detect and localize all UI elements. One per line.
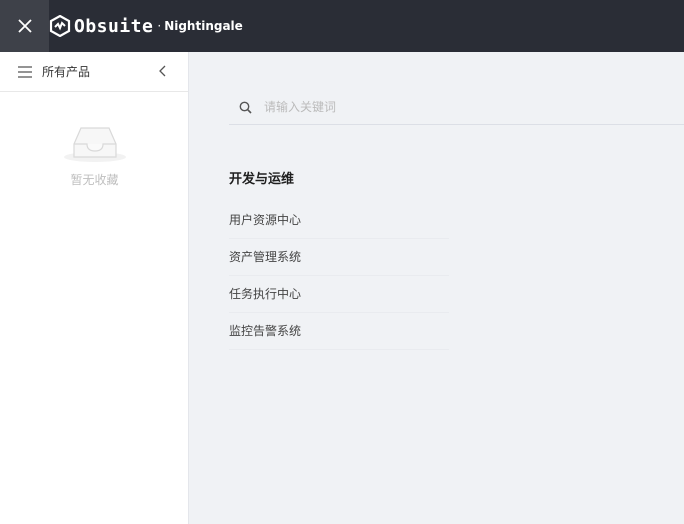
- close-button[interactable]: [0, 0, 49, 52]
- sidebar-title: 所有产品: [42, 65, 91, 79]
- search-bar: [229, 90, 684, 125]
- main-content: 开发与运维 用户资源中心 资产管理系统 任务执行中心 监控告警系统: [190, 52, 684, 524]
- empty-state: 暂无收藏: [0, 122, 189, 188]
- logo-icon: [49, 15, 71, 37]
- brand: Obsuite · Nightingale: [49, 0, 243, 52]
- section-title: 开发与运维: [229, 172, 295, 187]
- brand-name: Obsuite: [74, 15, 154, 37]
- chevron-left-icon[interactable]: [158, 65, 168, 77]
- app-item-monitoring-alerts[interactable]: 监控告警系统: [229, 313, 449, 350]
- search-input[interactable]: [264, 100, 644, 114]
- empty-text: 暂无收藏: [70, 173, 119, 187]
- brand-separator: ·: [157, 19, 162, 33]
- app-item-user-resource-center[interactable]: 用户资源中心: [229, 202, 449, 239]
- top-bar: Obsuite · Nightingale: [0, 0, 684, 52]
- app-item-task-execution[interactable]: 任务执行中心: [229, 276, 449, 313]
- close-icon: [17, 19, 32, 33]
- empty-inbox-icon: [63, 127, 126, 162]
- search-icon: [239, 101, 252, 114]
- app-list: 用户资源中心 资产管理系统 任务执行中心 监控告警系统: [229, 202, 449, 350]
- sidebar: 所有产品 暂无收藏: [0, 52, 189, 524]
- menu-icon[interactable]: [18, 65, 32, 78]
- brand-subtitle: Nightingale: [164, 19, 243, 33]
- app-item-asset-management[interactable]: 资产管理系统: [229, 239, 449, 276]
- sidebar-header: 所有产品: [0, 52, 188, 92]
